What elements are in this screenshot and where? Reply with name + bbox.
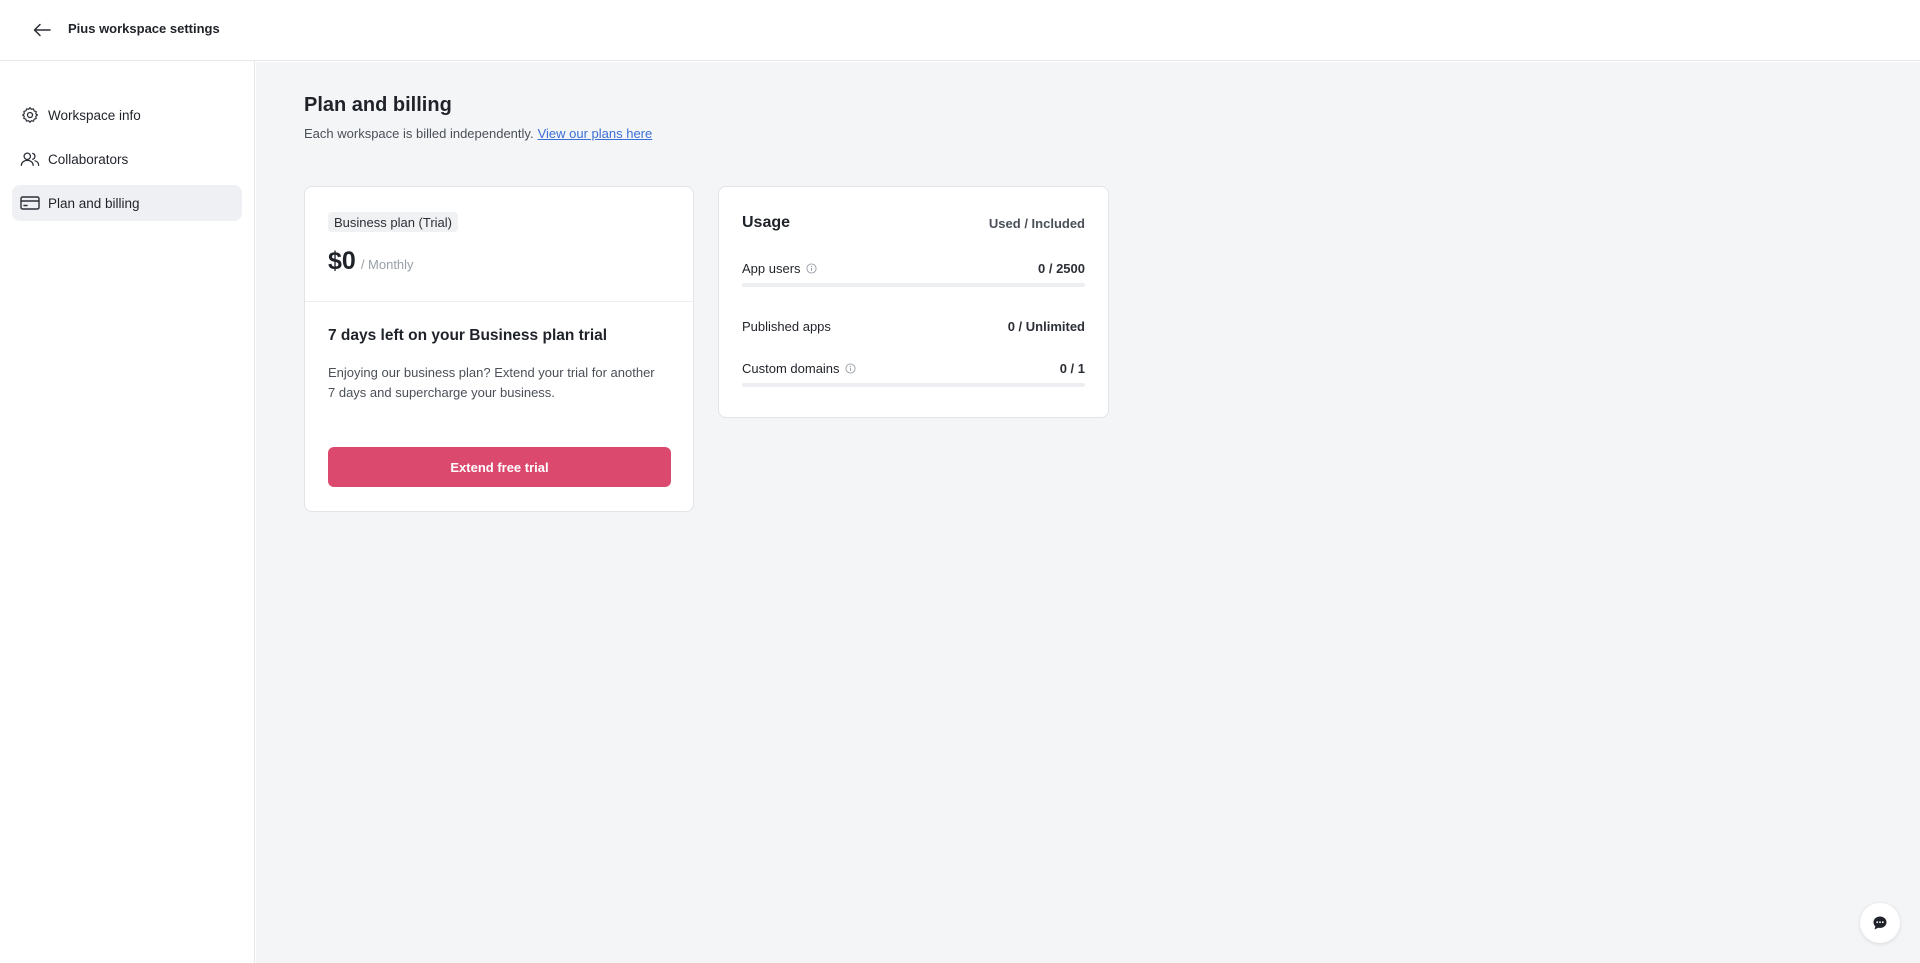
usage-row-label: Published apps <box>742 319 831 334</box>
back-button[interactable] <box>28 17 56 43</box>
info-icon[interactable] <box>806 263 817 274</box>
view-plans-link[interactable]: View our plans here <box>538 126 653 141</box>
usage-label-text: Custom domains <box>742 361 840 376</box>
price-period: / Monthly <box>360 257 414 272</box>
plan-price: $0 / Monthly <box>328 247 414 276</box>
credit-card-icon <box>20 193 40 213</box>
usage-row-label: App users <box>742 261 817 276</box>
divider <box>305 301 693 302</box>
gear-icon <box>20 105 40 125</box>
sidebar-item-plan-and-billing[interactable]: Plan and billing <box>12 185 242 221</box>
usage-progress-bar <box>742 383 1085 387</box>
usage-row-value: 0 / 1 <box>1059 361 1085 376</box>
sidebar-item-label: Workspace info <box>48 107 141 123</box>
chat-bubble-icon <box>1873 916 1887 930</box>
page-subtitle: Each workspace is billed independently. V… <box>304 126 652 141</box>
top-bar: Pius workspace settings <box>0 0 1920 61</box>
arrow-left-icon <box>33 23 51 37</box>
usage-progress-bar <box>742 283 1085 287</box>
sidebar-item-label: Plan and billing <box>48 195 140 211</box>
page-title: Plan and billing <box>304 94 452 116</box>
chat-support-button[interactable] <box>1860 903 1900 943</box>
usage-card: Usage Used / Included App users 0 / 2500… <box>718 186 1109 418</box>
usage-title: Usage <box>742 214 791 231</box>
subtitle-text: Each workspace is billed independently. <box>304 126 534 141</box>
extend-free-trial-button[interactable]: Extend free trial <box>328 447 671 487</box>
usage-label-text: App users <box>742 261 801 276</box>
usage-row-label: Custom domains <box>742 361 856 376</box>
sidebar-item-label: Collaborators <box>48 151 129 167</box>
trial-title: 7 days left on your Business plan trial <box>328 327 608 344</box>
plan-card: Business plan (Trial) $0 / Monthly 7 day… <box>304 186 694 512</box>
usage-row-value: 0 / Unlimited <box>1007 319 1085 334</box>
sidebar-item-workspace-info[interactable]: Workspace info <box>12 97 242 133</box>
price-amount: $0 <box>328 247 356 275</box>
sidebar: Workspace info Collaborators Plan and bi… <box>0 61 255 963</box>
main-content: Plan and billing Each workspace is bille… <box>256 62 1920 963</box>
info-icon[interactable] <box>845 363 856 374</box>
plan-badge: Business plan (Trial) <box>328 212 459 232</box>
users-icon <box>20 149 40 169</box>
trial-description: Enjoying our business plan? Extend your … <box>328 365 655 400</box>
page-header-title: Pius workspace settings <box>68 21 220 36</box>
usage-row-value: 0 / 2500 <box>1038 261 1085 276</box>
usage-column-header: Used / Included <box>988 216 1085 231</box>
sidebar-item-collaborators[interactable]: Collaborators <box>12 141 242 177</box>
usage-label-text: Published apps <box>742 319 831 334</box>
